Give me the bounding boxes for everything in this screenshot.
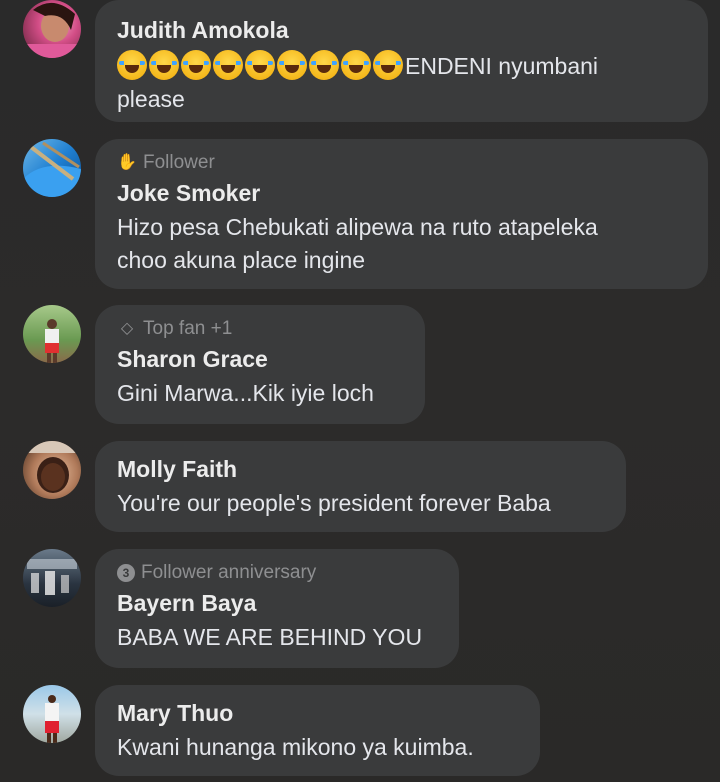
avatar[interactable]: [23, 0, 81, 58]
comment-text: Gini Marwa...Kik iyie loch: [117, 377, 403, 410]
comment-bubble[interactable]: Mary Thuo Kwani hunanga mikono ya kuimba…: [95, 685, 540, 776]
diamond-icon: ◇: [120, 320, 134, 337]
follower-badge: ✋ Follower: [117, 149, 686, 177]
tears-of-joy-emoji-icon: [373, 50, 403, 80]
badge-label: Follower anniversary: [141, 562, 317, 583]
badge-label: Top fan +1: [143, 318, 233, 339]
comment-bubble[interactable]: ◇ Top fan +1 Sharon Grace Gini Marwa...K…: [95, 305, 425, 424]
comment-text: You're our people's president forever Ba…: [117, 487, 604, 520]
comment-text-line: please: [117, 86, 185, 112]
comment-text-line: Gini Marwa...Kik iyie loch: [117, 380, 374, 406]
anniversary-icon: 3: [117, 564, 135, 582]
tears-of-joy-emoji-icon: [245, 50, 275, 80]
profile-photo-icon: [23, 441, 81, 493]
comment-text-part: ENDENI nyumbani: [405, 53, 599, 79]
tears-of-joy-emoji-icon: [149, 50, 179, 80]
top-fan-badge: ◇ Top fan +1: [117, 315, 403, 343]
wave-icon: ✋: [117, 154, 137, 171]
comment-text-line: Kwani hunanga mikono ya kuimba.: [117, 734, 474, 760]
comment-text-line: You're our people's president forever Ba…: [117, 490, 551, 516]
comment-bubble[interactable]: Molly Faith You're our people's presiden…: [95, 441, 626, 532]
tears-of-joy-emoji-icon: [341, 50, 371, 80]
avatar[interactable]: [23, 139, 81, 197]
comment-bubble[interactable]: ✋ Follower Joke Smoker Hizo pesa Chebuka…: [95, 139, 708, 289]
commenter-name[interactable]: Joke Smoker: [117, 177, 686, 209]
commenter-name[interactable]: Mary Thuo: [117, 697, 518, 729]
tears-of-joy-emoji-icon: [213, 50, 243, 80]
tears-of-joy-emoji-icon: [277, 50, 307, 80]
avatar[interactable]: [23, 549, 81, 607]
comment-text: Kwani hunanga mikono ya kuimba.: [117, 731, 518, 764]
commenter-name[interactable]: Bayern Baya: [117, 587, 437, 619]
comment-text: BABA WE ARE BEHIND YOU: [117, 621, 437, 654]
comment-bubble[interactable]: Judith Amokola ENDENI nyumbani please: [95, 0, 708, 122]
laughing-emoji-row: [117, 50, 405, 80]
profile-photo-icon: [23, 2, 81, 58]
avatar[interactable]: [23, 305, 81, 363]
comment-bubble[interactable]: 3 Follower anniversary Bayern Baya BABA …: [95, 549, 459, 668]
commenter-name[interactable]: Judith Amokola: [117, 14, 686, 46]
tears-of-joy-emoji-icon: [117, 50, 147, 80]
profile-photo-icon: [23, 141, 81, 197]
comment-text-line: Hizo pesa Chebukati alipewa na ruto atap…: [117, 214, 598, 240]
comment-text-line: choo akuna place ingine: [117, 247, 366, 273]
profile-photo-icon: [45, 695, 59, 743]
badge-label: Follower: [143, 152, 215, 173]
profile-photo-icon: [27, 559, 77, 595]
tears-of-joy-emoji-icon: [309, 50, 339, 80]
comment-text-line: BABA WE ARE BEHIND YOU: [117, 624, 423, 650]
comment-text: Hizo pesa Chebukati alipewa na ruto atap…: [117, 211, 686, 277]
avatar[interactable]: [23, 685, 81, 743]
follower-anniversary-badge: 3 Follower anniversary: [117, 559, 437, 587]
commenter-name[interactable]: Molly Faith: [117, 453, 604, 485]
profile-photo-icon: [45, 319, 59, 363]
avatar[interactable]: [23, 441, 81, 499]
comment-text: ENDENI nyumbani please: [117, 50, 686, 116]
tears-of-joy-emoji-icon: [181, 50, 211, 80]
commenter-name[interactable]: Sharon Grace: [117, 343, 403, 375]
